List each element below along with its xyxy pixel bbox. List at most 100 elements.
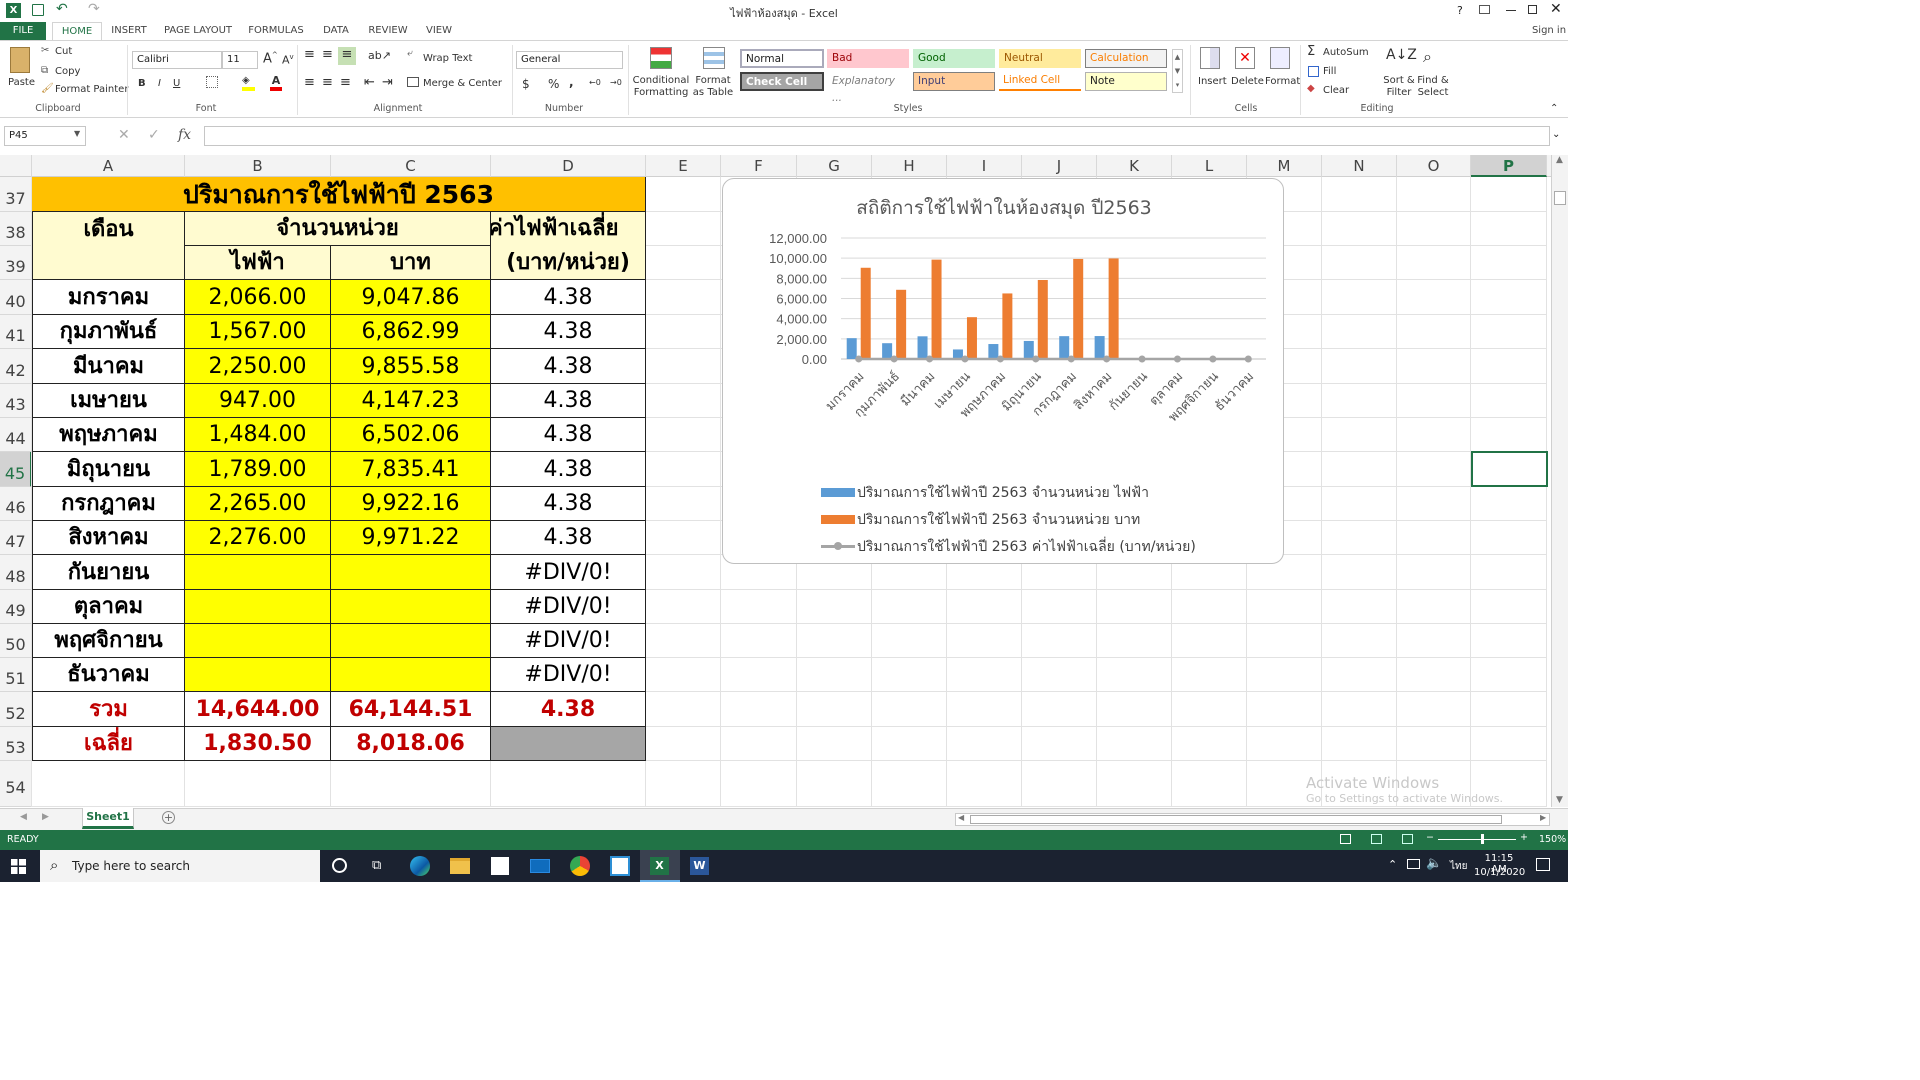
column-header-i[interactable]: I: [947, 155, 1022, 177]
edge-icon[interactable]: [410, 856, 430, 876]
delete-cells-button[interactable]: Delete: [1231, 76, 1264, 87]
column-header-o[interactable]: O: [1397, 155, 1471, 177]
style-neutral[interactable]: Neutral: [999, 49, 1081, 68]
page-layout-view-icon[interactable]: [1371, 834, 1382, 844]
cell-avg-rate[interactable]: #DIV/0!: [491, 624, 646, 658]
align-center-icon[interactable]: ≡: [322, 75, 333, 90]
tab-formulas[interactable]: FORMULAS: [246, 22, 306, 40]
tab-file[interactable]: FILE: [0, 22, 46, 40]
zoom-in-icon[interactable]: +: [1520, 832, 1528, 843]
conditional-formatting-button[interactable]: Conditional Formatting: [632, 75, 690, 99]
cell-baht[interactable]: 9,855.58: [331, 349, 491, 384]
cell-electricity-units[interactable]: 2,276.00: [185, 521, 331, 555]
cell-month[interactable]: เมษายน: [32, 384, 185, 418]
zoom-slider[interactable]: [1438, 839, 1516, 840]
scroll-down-icon[interactable]: ▼: [1556, 795, 1563, 805]
network-icon[interactable]: [1407, 859, 1420, 869]
cell-baht[interactable]: [331, 624, 491, 658]
clock-date[interactable]: 10/1/2020: [1474, 867, 1525, 878]
cell-baht[interactable]: [331, 590, 491, 624]
row-header-43[interactable]: 43: [0, 384, 32, 418]
add-sheet-button[interactable]: +: [162, 811, 175, 824]
cell-baht[interactable]: 6,862.99: [331, 315, 491, 349]
number-format-select[interactable]: General: [516, 51, 623, 69]
tab-review[interactable]: REVIEW: [364, 22, 412, 40]
autosum-button[interactable]: AutoSum: [1323, 47, 1369, 58]
format-painter-icon[interactable]: 🖌: [41, 83, 54, 94]
cell-month[interactable]: มิถุนายน: [32, 452, 185, 487]
app-icon[interactable]: [610, 856, 630, 876]
align-bottom-icon[interactable]: ≡: [338, 47, 356, 65]
row-header-53[interactable]: 53: [0, 727, 32, 761]
merge-center-icon[interactable]: [407, 77, 419, 87]
notifications-icon[interactable]: [1536, 858, 1550, 871]
row-header-40[interactable]: 40: [0, 280, 32, 315]
cell-electricity-units[interactable]: 1,789.00: [185, 452, 331, 487]
store-icon[interactable]: [491, 857, 509, 875]
row-header-50[interactable]: 50: [0, 624, 32, 658]
cell-electricity-units[interactable]: [185, 624, 331, 658]
cell-baht[interactable]: 6,502.06: [331, 418, 491, 452]
sort-filter-icon[interactable]: A↓Z: [1386, 47, 1417, 63]
find-select-icon[interactable]: ⌕: [1423, 47, 1432, 67]
hscroll-right-icon[interactable]: ▶: [1540, 813, 1546, 822]
column-header-f[interactable]: F: [721, 155, 797, 177]
style-explanatory[interactable]: Explanatory ...: [827, 72, 909, 104]
clear-button[interactable]: Clear: [1323, 85, 1349, 96]
row-header-52[interactable]: 52: [0, 692, 32, 727]
orientation-icon[interactable]: ab↗: [368, 49, 391, 62]
copy-button[interactable]: Copy: [55, 66, 80, 77]
align-top-icon[interactable]: ≡: [304, 47, 315, 62]
column-header-c[interactable]: C: [331, 155, 491, 177]
cell-avg-rate[interactable]: #DIV/0!: [491, 658, 646, 692]
row-header-37[interactable]: 37: [0, 177, 32, 212]
horizontal-scrollbar[interactable]: ◀ ▶: [955, 813, 1550, 826]
task-view-icon[interactable]: ⧉: [372, 858, 381, 873]
copy-icon[interactable]: ⧉: [41, 65, 48, 76]
cell-baht[interactable]: 4,147.23: [331, 384, 491, 418]
cell-baht[interactable]: 9,971.22: [331, 521, 491, 555]
file-explorer-icon[interactable]: [450, 858, 470, 874]
column-header-j[interactable]: J: [1022, 155, 1097, 177]
header-units[interactable]: จำนวนหน่วย: [185, 212, 491, 246]
cell-electricity-units[interactable]: [185, 555, 331, 590]
total-electricity[interactable]: 14,644.00: [185, 692, 331, 727]
shrink-font-button[interactable]: Av: [282, 53, 294, 67]
mail-icon[interactable]: [530, 859, 550, 873]
cell-baht[interactable]: 9,047.86: [331, 280, 491, 315]
format-cells-button[interactable]: Format: [1265, 76, 1300, 87]
font-color-icon[interactable]: A: [270, 75, 282, 91]
cell-avg-rate[interactable]: 4.38: [491, 315, 646, 349]
tab-home[interactable]: HOME: [52, 22, 102, 40]
header-month[interactable]: เดือน: [32, 212, 185, 280]
italic-button[interactable]: I: [158, 78, 161, 89]
cell-electricity-units[interactable]: [185, 590, 331, 624]
style-note[interactable]: Note: [1085, 72, 1167, 91]
delete-cells-icon[interactable]: ✕: [1235, 47, 1255, 69]
style-check-cell[interactable]: Check Cell: [740, 72, 824, 91]
borders-icon[interactable]: [206, 76, 218, 88]
row-header-39[interactable]: 39: [0, 246, 32, 280]
format-as-table-label[interactable]: Format as Table: [693, 75, 733, 98]
clear-icon[interactable]: ◆: [1307, 83, 1315, 94]
scroll-up-icon[interactable]: ▲: [1556, 155, 1563, 165]
fill-icon[interactable]: [1308, 66, 1319, 77]
volume-icon[interactable]: 🔈: [1426, 856, 1442, 871]
cortana-icon[interactable]: [332, 858, 347, 873]
chrome-icon[interactable]: [570, 856, 590, 876]
hscroll-thumb[interactable]: [970, 815, 1502, 824]
table-title[interactable]: ปริมาณการใช้ไฟฟ้าปี 2563: [32, 177, 646, 212]
ribbon-display-icon[interactable]: [1479, 5, 1490, 14]
row-header-41[interactable]: 41: [0, 315, 32, 349]
column-header-e[interactable]: E: [646, 155, 721, 177]
format-as-table-button[interactable]: Format as Table: [690, 75, 736, 99]
total-baht[interactable]: 64,144.51: [331, 692, 491, 727]
cell-baht[interactable]: 7,835.41: [331, 452, 491, 487]
vertical-scrollbar[interactable]: ▲ ▼: [1551, 155, 1568, 807]
expand-formula-icon[interactable]: ⌄: [1552, 129, 1560, 140]
column-header-k[interactable]: K: [1097, 155, 1172, 177]
row-header-47[interactable]: 47: [0, 521, 32, 555]
find-select-button[interactable]: Find & Select: [1415, 75, 1451, 99]
zoom-out-icon[interactable]: −: [1426, 832, 1434, 843]
start-windows-icon[interactable]: [11, 859, 26, 874]
